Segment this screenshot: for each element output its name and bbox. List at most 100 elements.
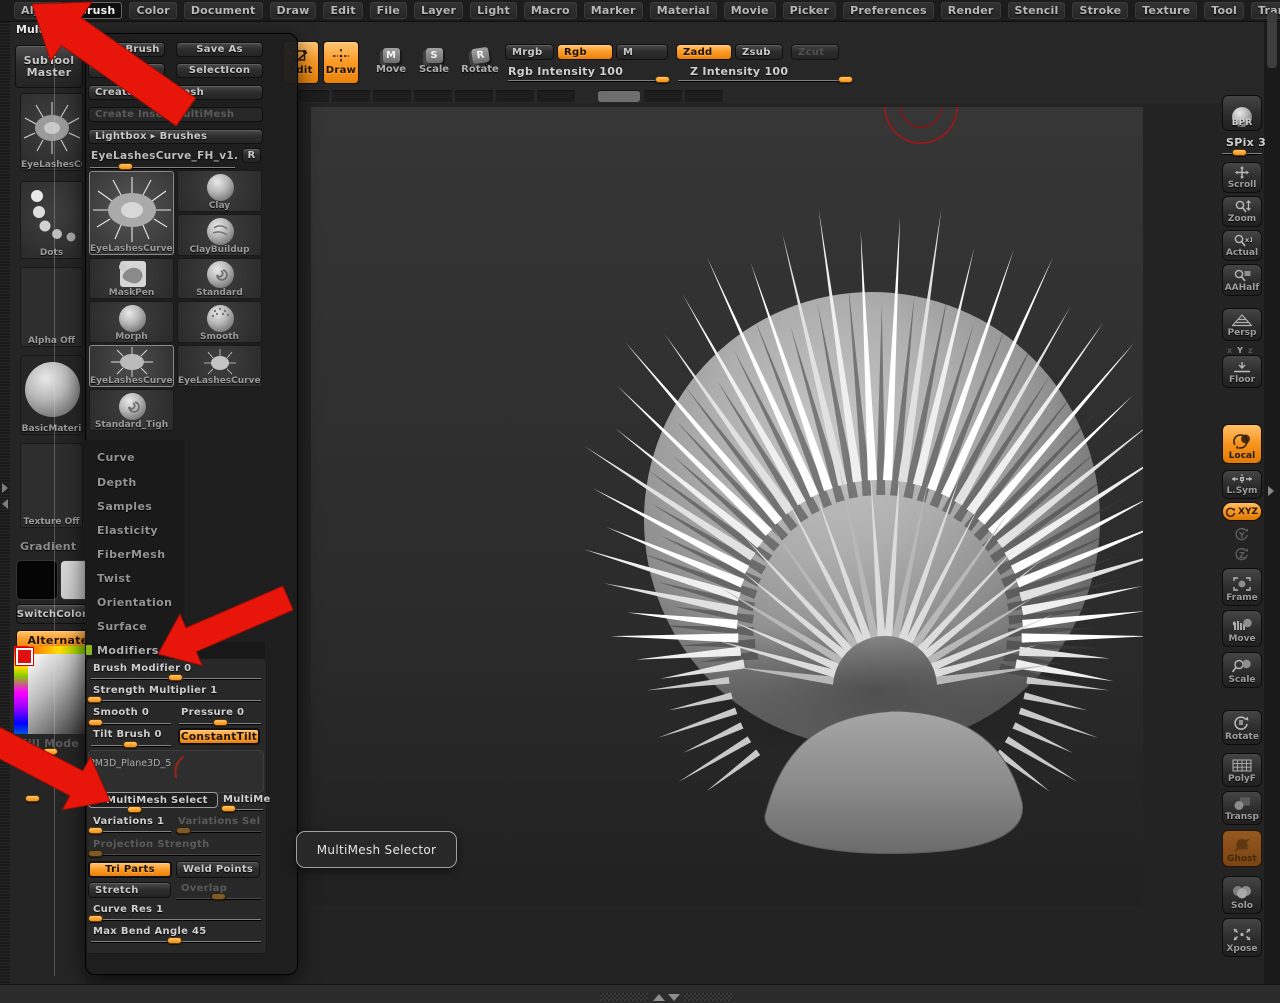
floor-axis-toggles[interactable]: x Y z [1227, 346, 1257, 355]
brush-thumb-eyelashes-a[interactable]: EyeLashesCurve_F [89, 345, 174, 387]
menu-document[interactable]: Document [184, 2, 263, 19]
frame-button[interactable]: Frame [1222, 568, 1262, 606]
selecticon-button[interactable]: SelectIcon [176, 63, 263, 78]
menu-picker[interactable]: Picker [783, 2, 836, 19]
brush-thumb-eyelashes-b[interactable]: EyeLashesCurve_F [177, 345, 262, 387]
move-mode-button[interactable]: M Move [374, 48, 408, 82]
menu-light[interactable]: Light [470, 2, 517, 19]
menu-file[interactable]: File [370, 2, 407, 19]
rotate-viewport-button[interactable]: Rotate [1222, 710, 1262, 745]
xyz-button[interactable]: XYZ [1222, 502, 1262, 521]
rgb-intensity-handle[interactable] [655, 76, 670, 83]
main-color-swatch[interactable] [16, 560, 58, 600]
create-insertmultimesh-button[interactable]: Create InsertMultiMesh [88, 107, 263, 122]
rgb-toggle[interactable]: Rgb [557, 44, 613, 60]
tray-lower-handle[interactable] [25, 795, 40, 802]
multimesh-select-handle[interactable] [127, 806, 142, 813]
current-texture-thumb[interactable]: Texture Off [20, 443, 83, 528]
menu-texture[interactable]: Texture [1135, 2, 1197, 19]
brush-thumb-morph[interactable]: Morph [89, 301, 174, 343]
xpose-button[interactable]: Xpose [1222, 918, 1262, 957]
menu-brush[interactable]: Brush [71, 2, 122, 19]
solo-button[interactable]: Solo [1222, 876, 1262, 914]
menu-stroke[interactable]: Stroke [1072, 2, 1128, 19]
menu-render[interactable]: Render [941, 2, 1001, 19]
curve-res-handle[interactable] [88, 915, 103, 922]
curve-res-track[interactable] [91, 919, 261, 920]
scale-mode-button[interactable]: S Scale [417, 48, 451, 82]
rotate-y-button[interactable]: Y [1233, 526, 1251, 542]
bpr-button[interactable]: BPR [1222, 95, 1262, 131]
section-surface[interactable]: Surface [97, 620, 147, 633]
section-elasticity[interactable]: Elasticity [97, 524, 158, 537]
menu-stencil[interactable]: Stencil [1008, 2, 1066, 19]
tray-collapse-down-arrow[interactable] [668, 994, 680, 1001]
transp-button[interactable]: Transp [1222, 791, 1262, 825]
current-alpha-thumb[interactable]: Alpha Off [20, 267, 83, 347]
brush-thumb-standard-tigh[interactable]: Standard_Tigh [89, 389, 174, 431]
draw-mode-button[interactable]: Draw [323, 41, 359, 84]
multimesh-preview-box[interactable]: PM3D_Plane3D_5 [88, 750, 264, 793]
bottom-divider-texture-left[interactable] [600, 993, 648, 1001]
bottom-divider-texture-right[interactable] [684, 993, 732, 1001]
z-intensity-handle[interactable] [838, 76, 853, 83]
menu-edit[interactable]: Edit [323, 2, 362, 19]
actual-button[interactable]: x1 Actual [1222, 230, 1262, 261]
section-depth[interactable]: Depth [97, 476, 137, 489]
persp-button[interactable]: Persp [1222, 308, 1262, 341]
constanttilt-button[interactable]: ConstantTilt [178, 728, 260, 745]
menu-material[interactable]: Material [650, 2, 717, 19]
m-toggle[interactable]: M [616, 44, 668, 60]
brush-select-handle[interactable] [118, 163, 133, 170]
section-fibermesh[interactable]: FiberMesh [97, 548, 165, 561]
menu-alpha[interactable]: Alpha [14, 2, 64, 19]
z-intensity-track[interactable] [678, 80, 852, 81]
clone-button[interactable]: Clone [88, 63, 165, 78]
smooth-handle[interactable] [88, 719, 103, 726]
zsub-toggle[interactable]: Zsub [735, 44, 783, 60]
strength-multiplier-track[interactable] [91, 700, 261, 701]
local-button[interactable]: Local [1222, 424, 1262, 464]
menu-marker[interactable]: Marker [584, 2, 643, 19]
brush-thumb-maskpen[interactable]: MaskPen [89, 258, 174, 299]
aahalf-button[interactable]: AAHalf [1222, 264, 1262, 296]
brush-thumb-claybuildup[interactable]: ClayBuildup [177, 214, 262, 256]
spix-handle[interactable] [1232, 149, 1247, 156]
brush-modifier-handle[interactable] [168, 674, 183, 681]
brush-thumb-standard[interactable]: Standard [177, 258, 262, 299]
right-tray-divider-arrow[interactable] [1268, 486, 1274, 496]
switchcolor-button[interactable]: SwitchColor [16, 604, 88, 624]
current-brush-thumb[interactable]: EyeLashesCur [20, 93, 83, 171]
tri-parts-button[interactable]: Tri Parts [88, 861, 172, 878]
smooth-track[interactable] [91, 723, 171, 724]
max-bend-angle-handle[interactable] [167, 937, 182, 944]
strength-multiplier-handle[interactable] [87, 696, 102, 703]
load-brush-button[interactable]: Load Brush [88, 42, 165, 57]
rotate-z-button[interactable]: Z [1233, 546, 1251, 562]
shelf-scrollbar-handle[interactable] [598, 90, 640, 102]
left-tray-divider-arrows[interactable] [2, 483, 8, 509]
section-orientation[interactable]: Orientation [97, 596, 172, 609]
brush-r-button[interactable]: R [242, 148, 261, 163]
section-samples[interactable]: Samples [97, 500, 152, 513]
pressure-handle[interactable] [213, 719, 228, 726]
menu-movie[interactable]: Movie [724, 2, 776, 19]
section-twist[interactable]: Twist [97, 572, 131, 585]
current-material-thumb[interactable]: BasicMateri [20, 355, 83, 435]
ghost-button[interactable]: Ghost [1222, 830, 1262, 867]
lightbox-brushes-button[interactable]: Lightbox ▸ Brushes [88, 129, 263, 144]
right-strip-handle[interactable] [1267, 12, 1277, 68]
mrgb-toggle[interactable]: Mrgb [505, 44, 554, 60]
variations-handle[interactable] [88, 827, 103, 834]
create-insertmesh-button[interactable]: Create InsertMesh [88, 85, 263, 100]
document-canvas[interactable] [311, 107, 1143, 905]
rgb-intensity-track[interactable] [508, 80, 670, 81]
lsym-button[interactable]: L.Sym [1222, 470, 1262, 499]
multimesh-trunc-handle[interactable] [221, 805, 236, 812]
brush-thumb-smooth[interactable]: Smooth [177, 301, 262, 343]
multimesh-select-slider[interactable]: 2 MultiMesh Select [88, 792, 218, 808]
scale-viewport-button[interactable]: Scale [1222, 652, 1262, 688]
move-viewport-button[interactable]: Move [1222, 610, 1262, 647]
polyf-button[interactable]: PolyF [1222, 753, 1262, 787]
tray-collapse-up-arrow[interactable] [653, 994, 665, 1001]
